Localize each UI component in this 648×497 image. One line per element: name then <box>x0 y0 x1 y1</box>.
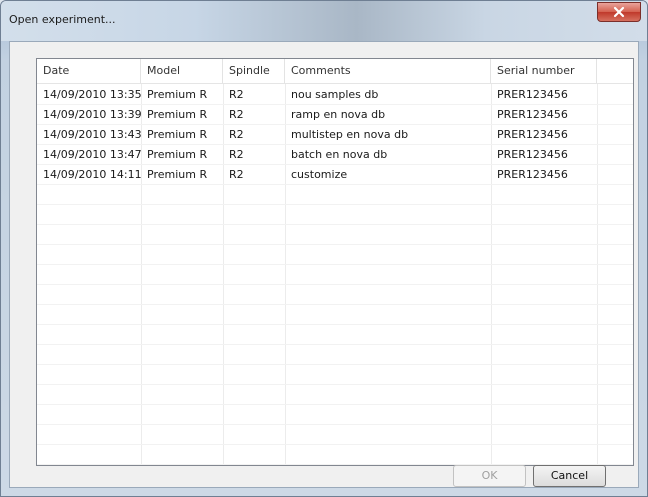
cell-comments: customize <box>291 168 348 181</box>
cell-serial-number: PRER123456 <box>497 128 568 141</box>
row-gridline <box>37 364 633 365</box>
cell-date: 14/09/2010 13:47 <box>43 148 141 161</box>
cell-model: Premium R <box>147 88 208 101</box>
row-gridline <box>37 204 633 205</box>
close-icon <box>613 6 625 18</box>
row-gridline <box>37 284 633 285</box>
cell-date: 14/09/2010 13:39 <box>43 108 141 121</box>
row-gridline <box>37 184 633 185</box>
row-gridline <box>37 444 633 445</box>
cell-serial-number: PRER123456 <box>497 108 568 121</box>
cell-spindle: R2 <box>229 168 244 181</box>
row-gridline <box>37 104 633 105</box>
cell-date: 14/09/2010 14:11 <box>43 168 141 181</box>
cell-model: Premium R <box>147 108 208 121</box>
row-gridline <box>37 344 633 345</box>
column-header-serial-number[interactable]: Serial number <box>491 59 597 83</box>
column-header-model[interactable]: Model <box>141 59 223 83</box>
close-button[interactable] <box>597 2 641 22</box>
cell-model: Premium R <box>147 128 208 141</box>
cell-comments: multistep en nova db <box>291 128 409 141</box>
cell-date: 14/09/2010 13:43 <box>43 128 141 141</box>
row-gridline <box>37 144 633 145</box>
experiment-list[interactable]: Date Model Spindle Comments Serial numbe… <box>36 58 634 466</box>
cancel-button[interactable]: Cancel <box>533 465 606 487</box>
cell-comments: nou samples db <box>291 88 379 101</box>
cell-spindle: R2 <box>229 128 244 141</box>
table-row[interactable]: 14/09/2010 14:11 Premium R R2 customize PRER… <box>37 165 633 185</box>
cell-model: Premium R <box>147 148 208 161</box>
row-gridline <box>37 324 633 325</box>
row-gridline <box>37 224 633 225</box>
table-row[interactable]: 14/09/2010 13:43 Premium R R2 multistep en … <box>37 125 633 145</box>
ok-button[interactable]: OK <box>453 465 526 487</box>
cell-serial-number: PRER123456 <box>497 88 568 101</box>
cell-spindle: R2 <box>229 88 244 101</box>
cell-spindle: R2 <box>229 108 244 121</box>
row-gridline <box>37 304 633 305</box>
table-row[interactable]: 14/09/2010 13:47 Premium R R2 batch en nova… <box>37 145 633 165</box>
cell-model: Premium R <box>147 168 208 181</box>
row-gridline <box>37 124 633 125</box>
dialog-body: Date Model Spindle Comments Serial numbe… <box>9 41 639 488</box>
open-experiment-dialog: Open experiment... Date Model Spindle Co… <box>0 0 648 497</box>
cell-serial-number: PRER123456 <box>497 148 568 161</box>
cell-serial-number: PRER123456 <box>497 168 568 181</box>
row-gridline <box>37 384 633 385</box>
cell-comments: ramp en nova db <box>291 108 386 121</box>
list-header: Date Model Spindle Comments Serial numbe… <box>37 59 633 84</box>
cell-date: 14/09/2010 13:35 <box>43 88 141 101</box>
title-bar[interactable]: Open experiment... <box>1 1 647 41</box>
row-gridline <box>37 264 633 265</box>
row-gridline <box>37 404 633 405</box>
row-gridline <box>37 164 633 165</box>
row-gridline <box>37 424 633 425</box>
column-header-comments[interactable]: Comments <box>285 59 491 83</box>
column-header-date[interactable]: Date <box>37 59 141 83</box>
table-row[interactable]: 14/09/2010 13:35 Premium R R2 nou samples d… <box>37 85 633 105</box>
dialog-title: Open experiment... <box>9 13 116 26</box>
cell-spindle: R2 <box>229 148 244 161</box>
table-row[interactable]: 14/09/2010 13:39 Premium R R2 ramp en nova … <box>37 105 633 125</box>
column-header-spindle[interactable]: Spindle <box>223 59 285 83</box>
cell-comments: batch en nova db <box>291 148 388 161</box>
row-gridline <box>37 244 633 245</box>
